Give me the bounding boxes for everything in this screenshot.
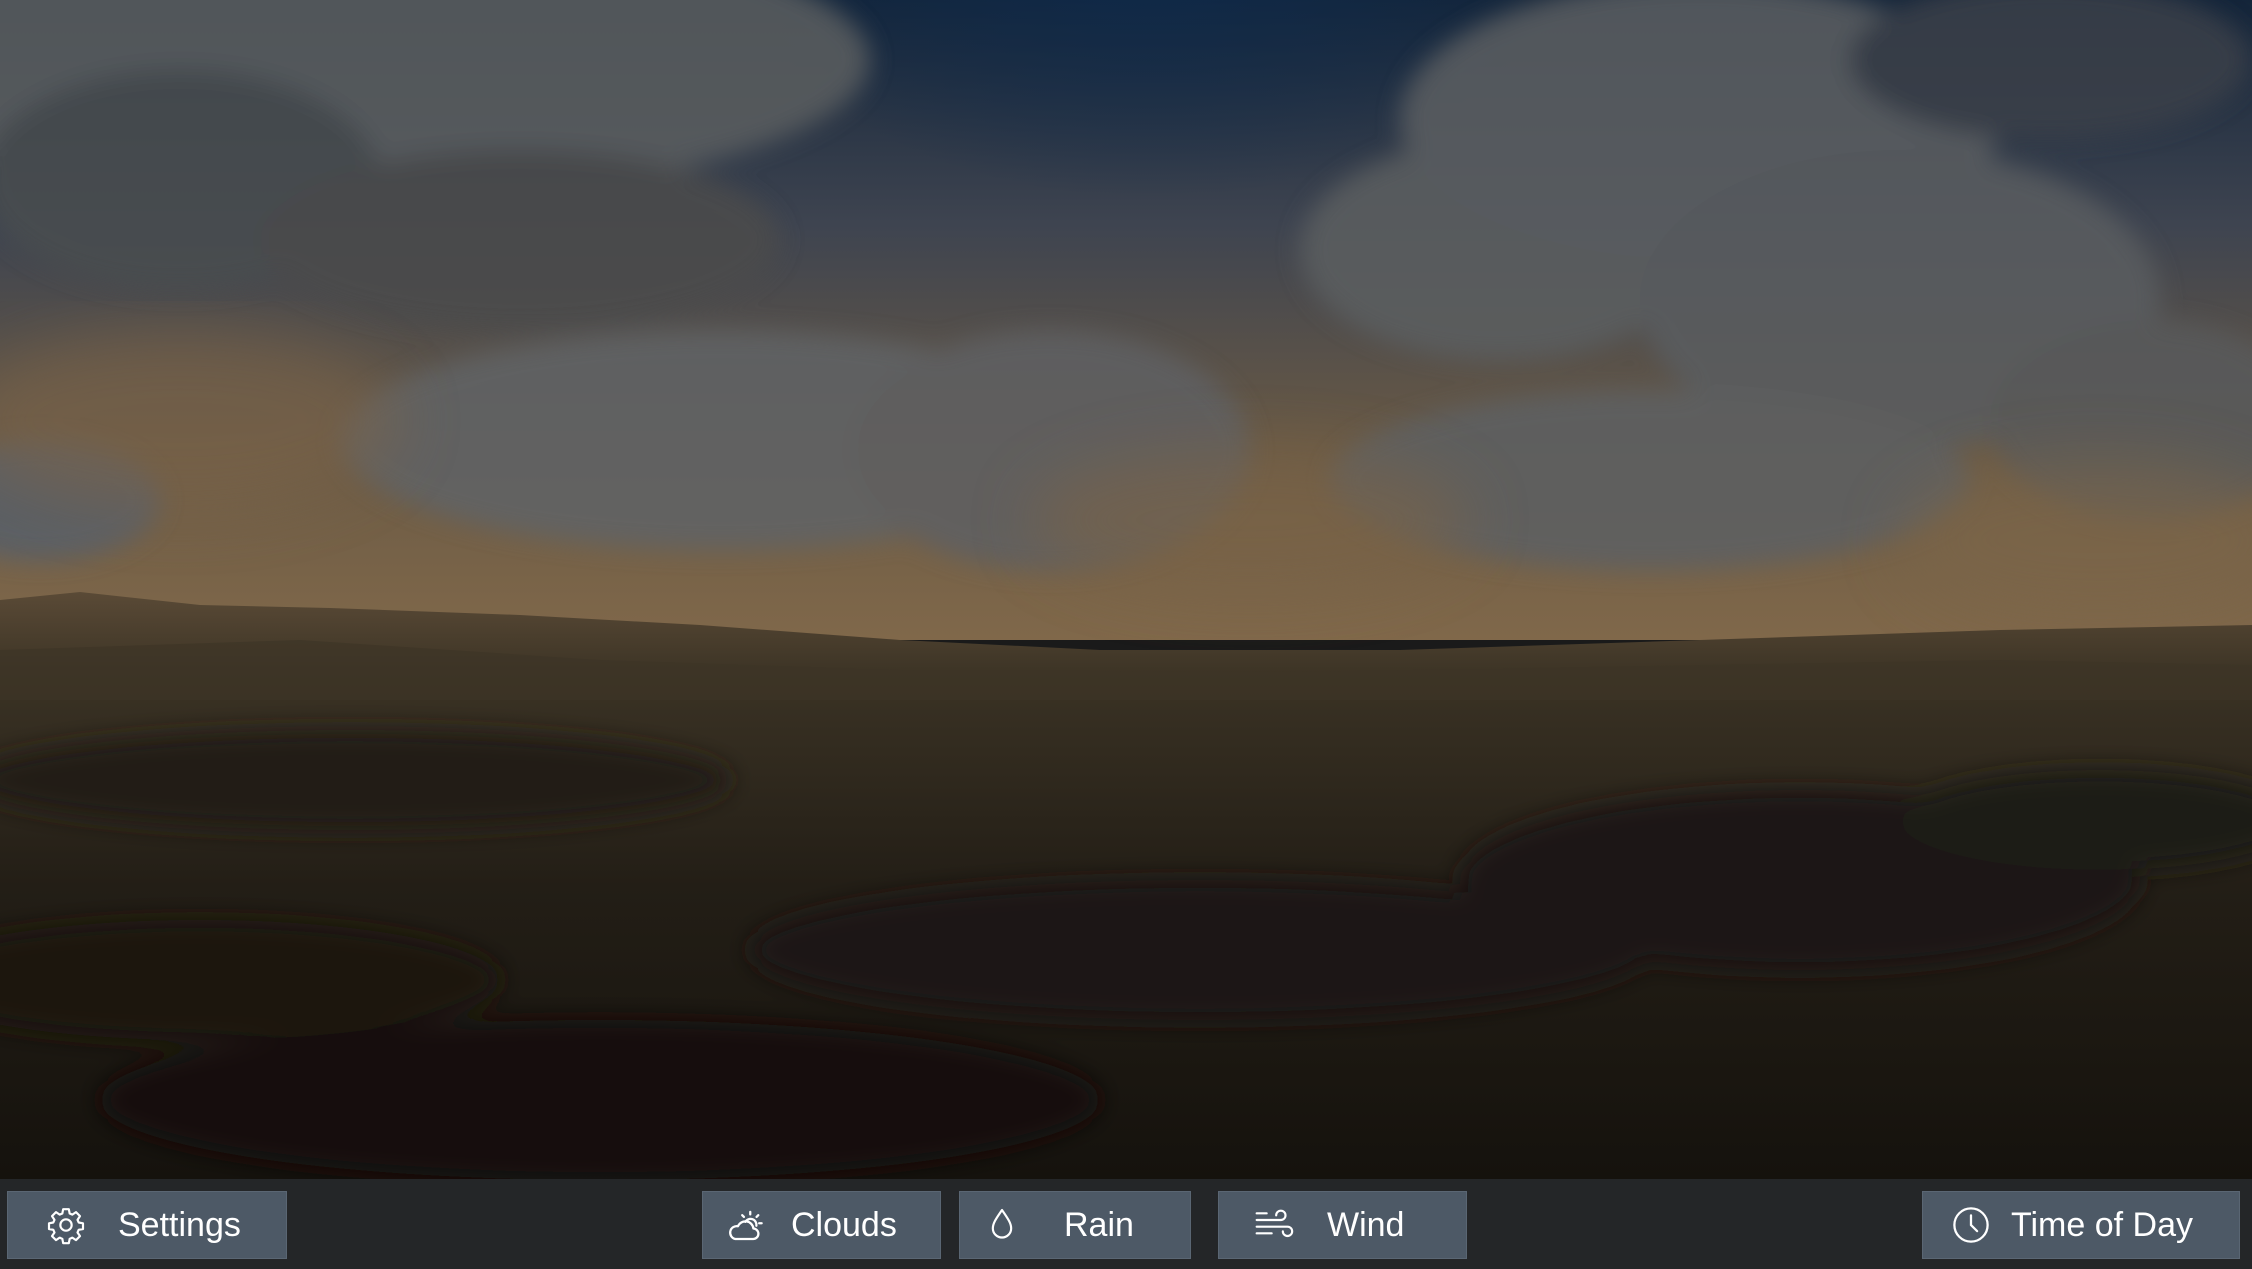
raindrop-icon [980,1203,1024,1247]
partly-cloudy-icon [723,1203,767,1247]
wind-button[interactable]: Wind [1218,1191,1467,1259]
landscape-scene [0,0,2252,1179]
rain-label: Rain [1064,1206,1134,1244]
settings-button[interactable]: Settings [7,1191,287,1259]
bottom-toolbar: Settings Clouds Rain Wind Time of Day [0,1179,2252,1269]
scene-viewport[interactable] [0,0,2252,1179]
time-of-day-label: Time of Day [2011,1206,2194,1244]
gear-icon [44,1203,88,1247]
clock-icon [1949,1203,1993,1247]
rain-button[interactable]: Rain [959,1191,1191,1259]
wind-label: Wind [1327,1206,1405,1244]
time-of-day-button[interactable]: Time of Day [1922,1191,2240,1259]
clouds-label: Clouds [791,1206,897,1244]
clouds-button[interactable]: Clouds [702,1191,941,1259]
settings-label: Settings [118,1206,241,1244]
wind-icon [1253,1203,1297,1247]
